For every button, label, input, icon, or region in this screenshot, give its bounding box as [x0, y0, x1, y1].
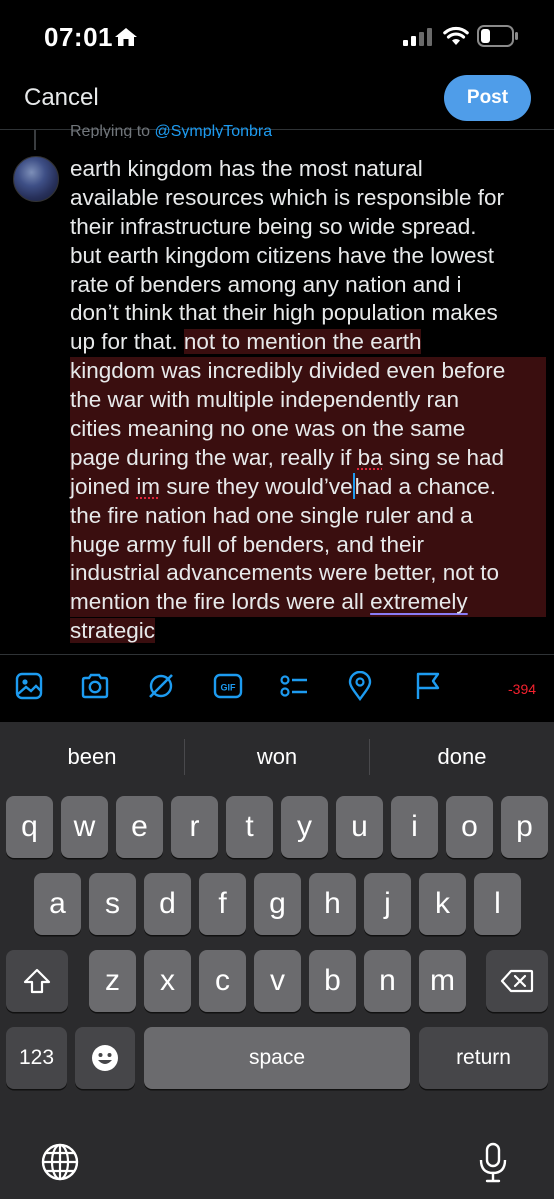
- reply-handle[interactable]: @SymplyTonbra: [155, 123, 273, 138]
- svg-text:GIF: GIF: [221, 683, 237, 693]
- composer-line: rate of benders among any nation and i: [70, 271, 462, 297]
- key-l[interactable]: l: [474, 873, 521, 935]
- composer-line-overflow: huge army full of benders, and their: [70, 530, 546, 560]
- space-key[interactable]: space: [144, 1027, 410, 1089]
- key-c[interactable]: c: [199, 950, 246, 1012]
- clock: 07:01: [44, 22, 113, 52]
- key-f[interactable]: f: [199, 873, 246, 935]
- key-i[interactable]: i: [391, 796, 438, 858]
- return-key[interactable]: return: [419, 1027, 548, 1089]
- key-u[interactable]: u: [336, 796, 383, 858]
- key-q[interactable]: q: [6, 796, 53, 858]
- toolbar-divider: [0, 654, 554, 655]
- key-t[interactable]: t: [226, 796, 273, 858]
- key-m[interactable]: m: [419, 950, 466, 1012]
- shift-icon: [23, 968, 51, 994]
- composer-line-overflow: kingdom was incredibly divided even befo…: [70, 357, 546, 387]
- composer-line: don’t think that their high population m…: [70, 300, 498, 326]
- microphone-icon[interactable]: [478, 1142, 508, 1184]
- battery-icon: [477, 25, 518, 47]
- key-y[interactable]: y: [281, 796, 328, 858]
- key-g[interactable]: g: [254, 873, 301, 935]
- flag-icon[interactable]: [411, 668, 443, 704]
- composer-line: their infrastructure being so wide sprea…: [70, 213, 477, 239]
- key-s[interactable]: s: [89, 873, 136, 935]
- cancel-button[interactable]: Cancel: [24, 84, 99, 112]
- key-p[interactable]: p: [501, 796, 548, 858]
- numbers-key[interactable]: 123: [6, 1027, 67, 1089]
- key-h[interactable]: h: [309, 873, 356, 935]
- emoji-key[interactable]: [75, 1027, 135, 1089]
- composer-line: available resources which is responsible…: [70, 184, 504, 210]
- globe-icon[interactable]: [40, 1142, 80, 1182]
- tweet-composer[interactable]: earth kingdom has the most natural avail…: [70, 155, 546, 646]
- composer-line: but earth kingdom citizens have the lowe…: [70, 242, 494, 268]
- location-icon[interactable]: [344, 668, 376, 704]
- key-n[interactable]: n: [364, 950, 411, 1012]
- backspace-key[interactable]: [486, 950, 548, 1012]
- wifi-icon: [443, 26, 469, 45]
- key-r[interactable]: r: [171, 796, 218, 858]
- composer-line-overflow: page during the war, really if ba sing s…: [70, 443, 546, 473]
- suggestion-1[interactable]: been: [0, 744, 184, 770]
- key-o[interactable]: o: [446, 796, 493, 858]
- poll-icon[interactable]: [278, 668, 310, 704]
- overflow-highlight: not to mention the earth: [183, 329, 422, 355]
- key-a[interactable]: a: [34, 873, 81, 935]
- thread-line: [34, 130, 36, 150]
- composer-line-overflow: cities meaning no one was on the same: [70, 415, 546, 444]
- key-d[interactable]: d: [144, 873, 191, 935]
- post-button[interactable]: Post: [444, 75, 531, 121]
- grammar-flagged-word[interactable]: extremely: [370, 589, 468, 614]
- composer-line-overflow: joined im sure they would’vehad a chance…: [70, 472, 546, 502]
- misspelled-word[interactable]: ba: [358, 445, 383, 470]
- suggestion-3[interactable]: done: [370, 744, 554, 770]
- replying-to-label: Replying to @SymplyTonbra: [70, 123, 273, 138]
- composer-line-overflow: strategic: [70, 618, 156, 644]
- character-count: -394: [508, 681, 537, 697]
- composer-line-overflow: the war with multiple independently ran: [70, 386, 546, 416]
- cellular-signal-icon: [403, 28, 432, 46]
- image-icon[interactable]: [13, 668, 45, 704]
- emoji-icon: [92, 1045, 118, 1071]
- composer-line-overflow: mention the fire lords were all extremel…: [70, 588, 546, 618]
- composer-line: earth kingdom has the most natural: [70, 156, 423, 181]
- gif-icon[interactable]: GIF: [212, 668, 244, 704]
- key-v[interactable]: v: [254, 950, 301, 1012]
- key-b[interactable]: b: [309, 950, 356, 1012]
- key-e[interactable]: e: [116, 796, 163, 858]
- key-x[interactable]: x: [144, 950, 191, 1012]
- compose-toolbar: GIF: [0, 668, 554, 708]
- composer-line: up for that. not to mention the earth: [70, 329, 422, 355]
- shift-key[interactable]: [6, 950, 68, 1012]
- composer-line-overflow: industrial advancements were better, not…: [70, 559, 546, 589]
- grok-icon[interactable]: [145, 668, 177, 704]
- keyboard: been won done q w e r t y u i o p a s d …: [0, 722, 554, 1199]
- home-icon: [115, 28, 137, 46]
- key-z[interactable]: z: [89, 950, 136, 1012]
- status-bar: 07:01: [0, 0, 554, 70]
- misspelled-word[interactable]: im: [136, 474, 160, 499]
- key-j[interactable]: j: [364, 873, 411, 935]
- backspace-icon: [500, 969, 534, 993]
- avatar[interactable]: [13, 156, 59, 202]
- key-k[interactable]: k: [419, 873, 466, 935]
- key-w[interactable]: w: [61, 796, 108, 858]
- camera-icon[interactable]: [79, 668, 111, 704]
- suggestion-2[interactable]: won: [185, 744, 369, 770]
- composer-line-overflow: the fire nation had one single ruler and…: [70, 501, 546, 531]
